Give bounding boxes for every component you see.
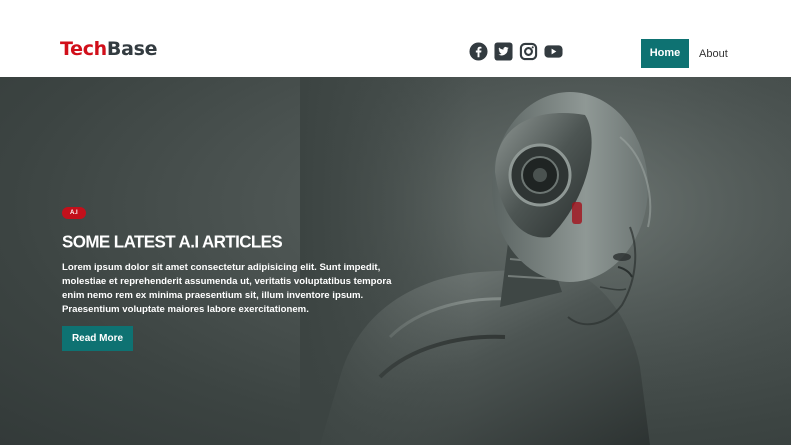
twitter-icon[interactable] (494, 42, 513, 61)
nav-home[interactable]: Home (641, 39, 689, 68)
site-logo[interactable]: TechBase (60, 38, 158, 60)
instagram-icon[interactable] (519, 42, 538, 61)
nav-about[interactable]: About (699, 48, 728, 60)
hero-banner: A.I Some Latest A.I Articles Lorem ipsum… (0, 77, 791, 445)
hero-description: Lorem ipsum dolor sit amet consectetur a… (62, 262, 392, 315)
logo-base: Base (106, 38, 158, 60)
read-more-button[interactable]: Read More (62, 326, 133, 351)
social-links (469, 42, 563, 61)
facebook-icon[interactable] (469, 42, 488, 61)
logo-tech: Tech (60, 38, 107, 60)
hero-title: Some Latest A.I Articles (62, 232, 283, 252)
main-nav: Home About (641, 39, 728, 68)
youtube-icon[interactable] (544, 42, 563, 61)
category-badge[interactable]: A.I (62, 207, 86, 219)
site-header: TechBase Home About (0, 0, 791, 77)
